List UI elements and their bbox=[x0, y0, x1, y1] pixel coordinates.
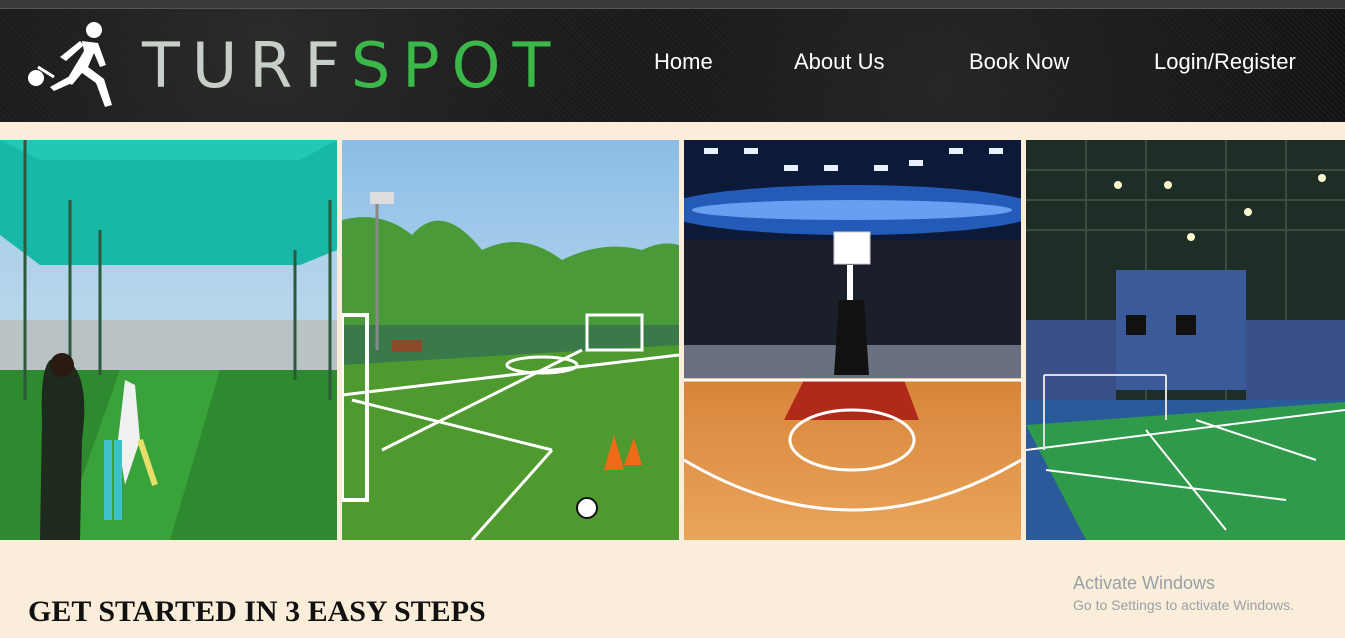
nav-about-link[interactable]: About Us bbox=[794, 49, 885, 75]
nav-login-register-link[interactable]: Login/Register bbox=[1154, 49, 1296, 75]
windows-activation-watermark: Activate Windows Go to Settings to activ… bbox=[1073, 573, 1294, 613]
browser-top-strip bbox=[0, 0, 1345, 9]
brand-name-part2: SPOT bbox=[350, 29, 563, 102]
site-logo[interactable]: TURFSPOT bbox=[26, 21, 586, 111]
site-header: TURFSPOT Home About Us Book Now Login/Re… bbox=[0, 9, 1345, 122]
cricket-turf-image bbox=[0, 140, 337, 540]
nav-home-link[interactable]: Home bbox=[654, 49, 713, 75]
nav-book-now-link[interactable]: Book Now bbox=[969, 49, 1069, 75]
football-turf-image bbox=[342, 140, 679, 540]
brand-name-part1: TURF bbox=[142, 29, 351, 102]
venue-gallery bbox=[0, 140, 1345, 540]
watermark-title: Activate Windows bbox=[1073, 573, 1216, 593]
watermark-subtitle: Go to Settings to activate Windows. bbox=[1073, 597, 1294, 613]
basketball-court-image bbox=[684, 140, 1021, 540]
section-heading: GET STARTED IN 3 EASY STEPS bbox=[28, 595, 486, 628]
badminton-court-image bbox=[1026, 140, 1345, 540]
brand-name: TURFSPOT bbox=[142, 31, 562, 101]
player-kicking-ball-icon bbox=[26, 21, 126, 111]
